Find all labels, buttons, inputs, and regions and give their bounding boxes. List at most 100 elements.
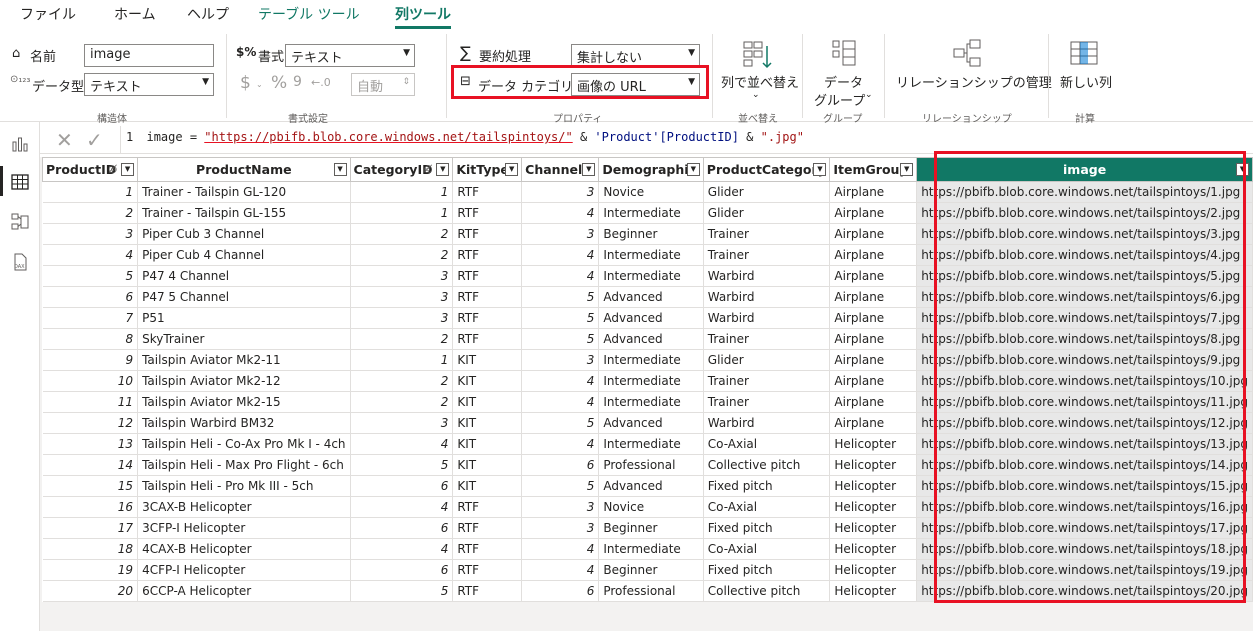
table-cell-productname[interactable]: 4CFP-I Helicopter (137, 559, 351, 581)
table-cell-kittype[interactable]: KIT (452, 412, 523, 434)
filter-dropdown-icon[interactable]: ▼ (121, 163, 135, 176)
table-cell-productid[interactable]: 9 (42, 349, 139, 371)
table-cell-kittype[interactable]: KIT (452, 475, 523, 497)
table-cell-categoryid[interactable]: 5 (350, 580, 454, 602)
table-cell-productid[interactable]: 3 (42, 223, 139, 245)
table-cell-kittype[interactable]: KIT (452, 433, 523, 455)
table-cell-itemgroup[interactable]: Airplane (829, 307, 918, 329)
table-cell-productid[interactable]: 19 (42, 559, 139, 581)
filter-dropdown-icon[interactable]: ▼ (582, 163, 596, 176)
table-cell-productname[interactable]: SkyTrainer (137, 328, 351, 350)
tab-column-tools[interactable]: 列ツール (395, 4, 451, 24)
table-cell-demographic[interactable]: Intermediate (598, 202, 704, 224)
table-cell-demographic[interactable]: Advanced (598, 286, 704, 308)
table-cell-demographic[interactable]: Intermediate (598, 349, 704, 371)
table-cell-productname[interactable]: P47 5 Channel (137, 286, 351, 308)
table-cell-demographic[interactable]: Intermediate (598, 244, 704, 266)
datatype-select[interactable]: テキスト ▼ (84, 73, 214, 96)
filter-dropdown-icon[interactable]: ▼ (505, 163, 519, 176)
table-cell-itemgroup[interactable]: Helicopter (829, 475, 918, 497)
table-cell-channels[interactable]: 3 (521, 517, 600, 539)
table-cell-itemgroup[interactable]: Airplane (829, 328, 918, 350)
table-cell-productname[interactable]: 3CAX-B Helicopter (137, 496, 351, 518)
table-cell-itemgroup[interactable]: Helicopter (829, 517, 918, 539)
table-cell-categoryid[interactable]: 2 (350, 370, 454, 392)
column-header-demographic[interactable]: Demographic ▼ (598, 157, 704, 182)
table-cell-productname[interactable]: P51 (137, 307, 351, 329)
table-cell-channels[interactable]: 3 (521, 349, 600, 371)
table-cell-productcategory[interactable]: Warbird (703, 265, 831, 287)
table-cell-productid[interactable]: 4 (42, 244, 139, 266)
table-cell-productname[interactable]: Tailspin Warbird BM32 (137, 412, 351, 434)
table-cell-productcategory[interactable]: Warbird (703, 307, 831, 329)
table-cell-productid[interactable]: 2 (42, 202, 139, 224)
table-cell-kittype[interactable]: RTF (452, 223, 523, 245)
data-groups-label-line2[interactable]: グループ (814, 90, 865, 109)
table-cell-productname[interactable]: Tailspin Heli - Co-Ax Pro Mk I - 4ch (137, 433, 351, 455)
table-cell-itemgroup[interactable]: Airplane (829, 223, 918, 245)
table-cell-categoryid[interactable]: 1 (350, 181, 454, 203)
table-cell-demographic[interactable]: Intermediate (598, 433, 704, 455)
table-cell-productid[interactable]: 5 (42, 265, 139, 287)
table-cell-productid[interactable]: 7 (42, 307, 139, 329)
table-cell-productname[interactable]: Tailspin Aviator Mk2-15 (137, 391, 351, 413)
model-view-icon[interactable] (10, 212, 30, 232)
table-cell-kittype[interactable]: RTF (452, 328, 523, 350)
table-cell-itemgroup[interactable]: Airplane (829, 286, 918, 308)
table-cell-productcategory[interactable]: Glider (703, 202, 831, 224)
format-select[interactable]: テキスト ▼ (285, 44, 415, 67)
table-cell-channels[interactable]: 5 (521, 475, 600, 497)
currency-icon[interactable]: $ (240, 73, 251, 93)
table-cell-demographic[interactable]: Advanced (598, 328, 704, 350)
tab-file[interactable]: ファイル (20, 4, 76, 24)
table-cell-categoryid[interactable]: 6 (350, 559, 454, 581)
formula-input[interactable]: 1 image = "https://pbifb.blob.core.windo… (126, 130, 804, 144)
table-cell-kittype[interactable]: RTF (452, 538, 523, 560)
table-cell-categoryid[interactable]: 3 (350, 412, 454, 434)
tab-help[interactable]: ヘルプ (187, 4, 229, 24)
table-cell-productid[interactable]: 18 (42, 538, 139, 560)
table-cell-kittype[interactable]: RTF (452, 181, 523, 203)
decimal-places-input[interactable]: 自動 ⇕ (351, 73, 415, 96)
table-cell-productname[interactable]: Piper Cub 4 Channel (137, 244, 351, 266)
table-cell-demographic[interactable]: Advanced (598, 412, 704, 434)
column-header-productcategory[interactable]: ProductCategory ▼ (702, 157, 831, 182)
table-cell-demographic[interactable]: Beginner (598, 223, 704, 245)
table-cell-kittype[interactable]: RTF (452, 244, 523, 266)
table-cell-channels[interactable]: 4 (521, 265, 600, 287)
table-cell-kittype[interactable]: RTF (452, 517, 523, 539)
sort-by-column-button[interactable]: 列で並べ替え (721, 72, 799, 91)
table-cell-productid[interactable]: 13 (42, 433, 139, 455)
table-cell-productname[interactable]: Tailspin Heli - Pro Mk III - 5ch (137, 475, 351, 497)
table-cell-channels[interactable]: 6 (521, 454, 600, 476)
table-cell-channels[interactable]: 5 (521, 328, 600, 350)
table-cell-productcategory[interactable]: Trainer (703, 328, 831, 350)
table-cell-categoryid[interactable]: 2 (350, 391, 454, 413)
table-cell-productid[interactable]: 16 (42, 496, 139, 518)
table-cell-demographic[interactable]: Intermediate (598, 538, 704, 560)
table-cell-productid[interactable]: 14 (42, 454, 139, 476)
table-cell-categoryid[interactable]: 2 (350, 244, 454, 266)
table-cell-demographic[interactable]: Intermediate (598, 391, 704, 413)
table-cell-channels[interactable]: 5 (521, 286, 600, 308)
table-cell-channels[interactable]: 3 (521, 223, 600, 245)
filter-dropdown-icon[interactable]: ▼ (686, 163, 700, 176)
table-cell-productname[interactable]: Tailspin Aviator Mk2-12 (137, 370, 351, 392)
table-cell-productcategory[interactable]: Trainer (703, 244, 831, 266)
table-cell-demographic[interactable]: Professional (598, 454, 704, 476)
table-cell-channels[interactable]: 4 (521, 559, 600, 581)
table-cell-itemgroup[interactable]: Airplane (829, 349, 918, 371)
table-cell-productname[interactable]: 6CCP-A Helicopter (137, 580, 351, 602)
tab-table-tools[interactable]: テーブル ツール (258, 4, 360, 24)
decrease-decimal-icon[interactable]: ←.0 (311, 76, 331, 89)
table-cell-productcategory[interactable]: Co-Axial (703, 538, 831, 560)
table-cell-kittype[interactable]: KIT (452, 349, 523, 371)
table-cell-categoryid[interactable]: 6 (350, 517, 454, 539)
table-cell-itemgroup[interactable]: Airplane (829, 391, 918, 413)
table-cell-channels[interactable]: 4 (521, 433, 600, 455)
filter-dropdown-icon[interactable]: ▼ (333, 163, 347, 176)
new-column-button[interactable]: 新しい列 (1060, 72, 1112, 91)
cancel-formula-icon[interactable]: ✕ (56, 128, 73, 152)
table-cell-productcategory[interactable]: Trainer (703, 391, 831, 413)
column-header-productname[interactable]: ProductName ▼ (137, 157, 351, 182)
